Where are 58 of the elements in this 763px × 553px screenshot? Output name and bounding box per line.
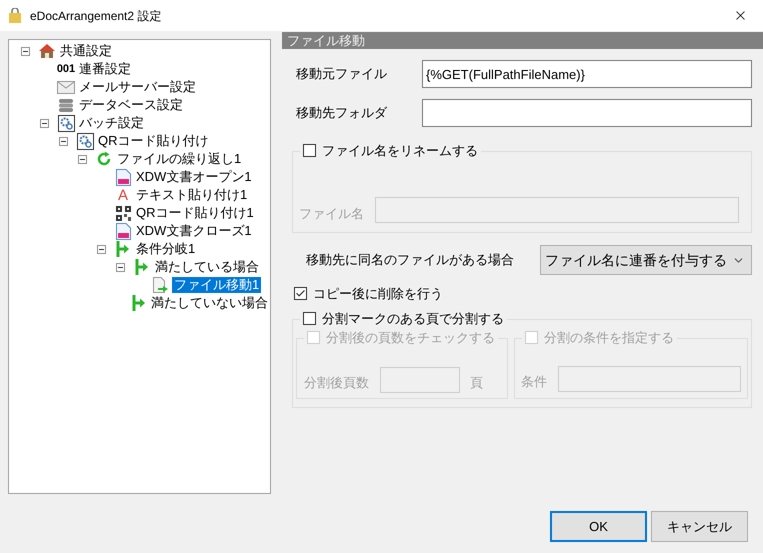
collapse-toggle[interactable] bbox=[97, 244, 106, 254]
gear-icon bbox=[58, 114, 74, 132]
qr-code-icon bbox=[116, 206, 130, 220]
checkbox[interactable] bbox=[294, 287, 307, 300]
tree-item[interactable]: ファイルの繰り返し1 bbox=[115, 151, 244, 167]
document-icon bbox=[116, 168, 130, 186]
checkbox[interactable] bbox=[303, 312, 316, 325]
tree-item[interactable]: XDW文書クローズ1 bbox=[134, 223, 254, 239]
tree-item[interactable]: データベース設定 bbox=[77, 97, 185, 113]
letter-icon: A bbox=[115, 188, 131, 202]
field-label: ファイル名 bbox=[299, 204, 365, 222]
tree-item[interactable]: 満たしている場合 bbox=[153, 259, 261, 275]
section-header: ファイル移動 bbox=[282, 32, 763, 49]
checkbox-label: ファイル名をリネームする bbox=[322, 142, 478, 160]
collapse-toggle[interactable] bbox=[40, 118, 49, 128]
dialog-button[interactable]: キャンセル bbox=[651, 511, 748, 542]
tree-item[interactable]: QRコード貼り付け bbox=[96, 133, 210, 149]
number-icon: 001 bbox=[56, 64, 76, 74]
checkbox-label: コピー後に削除を行う bbox=[313, 285, 443, 303]
house-icon bbox=[38, 43, 56, 59]
tree-item[interactable]: 連番設定 bbox=[77, 61, 133, 77]
input-field[interactable] bbox=[422, 99, 752, 127]
window-title: eDocArrangement2 設定 bbox=[30, 8, 162, 24]
field-label: 分割後頁数 bbox=[304, 374, 370, 392]
tree-item[interactable]: テキスト貼り付け1 bbox=[134, 187, 250, 203]
folder-lock-icon bbox=[8, 8, 22, 24]
checkbox-label: 分割の条件を指定する bbox=[544, 328, 674, 346]
field-label: 移動先に同名のファイルがある場合 bbox=[305, 251, 515, 270]
file-move-icon bbox=[153, 276, 169, 294]
dialog-button[interactable]: OK bbox=[550, 511, 647, 542]
field-label: 条件 bbox=[521, 373, 548, 391]
database-icon bbox=[58, 97, 74, 113]
unit-label: 頁 bbox=[470, 374, 483, 392]
dropdown[interactable]: ファイル名に連番を付与する bbox=[540, 245, 752, 275]
branch-arrow-icon bbox=[116, 241, 130, 257]
tree-item[interactable]: メールサーバー設定 bbox=[77, 79, 198, 95]
tree-item[interactable]: 満たしていない場合 bbox=[149, 295, 270, 311]
field-label: 移動元ファイル bbox=[296, 65, 388, 84]
tree-item[interactable]: ファイル移動1 bbox=[172, 277, 262, 293]
branch-arrow-icon bbox=[132, 295, 146, 311]
tree-item[interactable]: QRコード貼り付け1 bbox=[134, 205, 256, 221]
tree-item[interactable]: 共通設定 bbox=[58, 43, 114, 59]
document-icon bbox=[116, 222, 130, 240]
checkbox-label: 分割マークのある頁で分割する bbox=[322, 310, 504, 328]
tree-item[interactable]: 条件分岐1 bbox=[134, 241, 198, 257]
branch-arrow-icon bbox=[135, 259, 149, 275]
gear-icon bbox=[76, 132, 94, 150]
field-label: 移動先フォルダ bbox=[296, 104, 388, 122]
tree-item[interactable]: XDW文書オープン1 bbox=[134, 169, 254, 185]
tree-item[interactable]: バッチ設定 bbox=[77, 115, 146, 131]
envelope-icon bbox=[57, 80, 75, 94]
collapse-toggle[interactable] bbox=[116, 262, 125, 272]
collapse-toggle[interactable] bbox=[59, 136, 68, 146]
input-field[interactable]: {%GET(FullPathFileName)} bbox=[422, 60, 752, 88]
collapse-toggle[interactable] bbox=[78, 154, 87, 164]
collapse-toggle[interactable] bbox=[21, 46, 30, 56]
checkbox-label: 分割後の頁数をチェックする bbox=[326, 328, 495, 346]
refresh-icon bbox=[96, 151, 112, 167]
